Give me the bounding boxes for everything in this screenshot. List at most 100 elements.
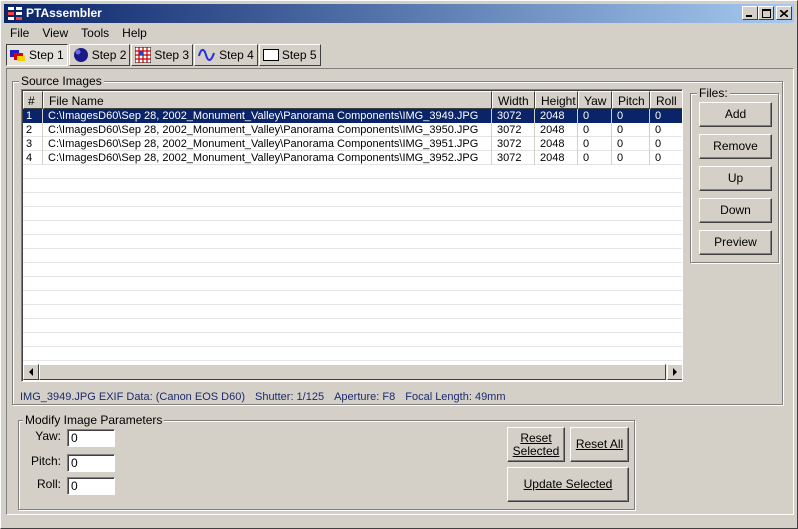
grid-line: [23, 262, 682, 263]
reset-selected-button[interactable]: Reset Selected: [507, 427, 565, 462]
horizontal-scrollbar[interactable]: [23, 364, 682, 380]
step5-icon: [262, 49, 279, 61]
step-1-label: Step 1: [29, 48, 64, 62]
exif-shutter: Shutter: 1/125: [254, 391, 325, 403]
exif-file-info: IMG_3949.JPG EXIF Data: (Canon EOS D60): [20, 391, 245, 403]
table-cell-height: 2048: [535, 123, 578, 137]
maximize-icon: [761, 8, 771, 18]
title-bar[interactable]: PTAssembler: [4, 4, 794, 23]
down-button[interactable]: Down: [699, 198, 772, 223]
grid-line: [23, 220, 682, 221]
step-4-button[interactable]: Step 4: [194, 44, 258, 66]
table-cell-width: 3072: [492, 109, 535, 123]
reset-all-button[interactable]: Reset All: [570, 427, 629, 462]
table-cell-yaw: 0: [578, 123, 612, 137]
table-row[interactable]: 2 C:\ImagesD60\Sep 28, 2002_Monument_Vall…: [23, 123, 682, 137]
grid-line: [23, 304, 682, 305]
scroll-right-button[interactable]: [667, 364, 682, 380]
table-cell-height: 2048: [535, 151, 578, 165]
step-4-label: Step 4: [219, 48, 254, 62]
up-button[interactable]: Up: [699, 166, 772, 191]
grid-line: [23, 290, 682, 291]
step1-icon: [10, 50, 25, 61]
table-cell-yaw: 0: [578, 151, 612, 165]
reset-all-label: Reset All: [575, 437, 624, 451]
menu-view[interactable]: View: [36, 24, 75, 43]
source-images-list[interactable]: # File Name Width Height Yaw Pitch Roll …: [21, 89, 683, 382]
update-selected-button[interactable]: Update Selected: [507, 467, 629, 502]
reset-selected-label-1: Reset: [520, 430, 552, 445]
column-header-pitch[interactable]: Pitch: [612, 91, 650, 109]
table-row[interactable]: 4 C:\ImagesD60\Sep 28, 2002_Monument_Vall…: [23, 151, 682, 165]
yaw-input[interactable]: [67, 429, 115, 447]
exif-info: IMG_3949.JPG EXIF Data: (Canon EOS D60) …: [20, 391, 506, 403]
add-button[interactable]: Add: [699, 102, 772, 127]
table-row[interactable]: 1 C:\ImagesD60\Sep 28, 2002_Monument_Vall…: [23, 109, 682, 123]
grid-line: [23, 248, 682, 249]
step-2-button[interactable]: Step 2: [68, 44, 131, 66]
scroll-left-button[interactable]: [23, 364, 39, 380]
step-3-label: Step 3: [154, 48, 190, 62]
scrollbar-thumb[interactable]: [39, 364, 666, 380]
table-cell-num: 1: [23, 109, 43, 123]
roll-input[interactable]: [67, 477, 115, 495]
reset-selected-label-2: Selected: [512, 443, 560, 458]
status-bar: [4, 515, 794, 527]
menu-help[interactable]: Help: [116, 24, 154, 43]
table-cell-roll: 0: [650, 151, 682, 165]
table-cell-roll: 0: [650, 123, 682, 137]
table-cell-num: 3: [23, 137, 43, 151]
remove-button[interactable]: Remove: [699, 134, 772, 159]
table-cell-pitch: 0: [612, 137, 650, 151]
menu-tools[interactable]: Tools: [75, 24, 116, 43]
step-3-button[interactable]: Step 3: [131, 44, 194, 66]
minimize-icon: [746, 14, 752, 17]
minimize-button[interactable]: [742, 6, 758, 20]
step-1-button[interactable]: Step 1: [6, 44, 68, 66]
step-5-label: Step 5: [281, 48, 317, 62]
exif-aperture: Aperture: F8: [334, 391, 396, 403]
arrow-right-icon: [673, 368, 677, 376]
grid-line: [23, 346, 682, 347]
table-cell-roll: 0: [650, 137, 682, 151]
table-cell-yaw: 0: [578, 137, 612, 151]
column-header-roll[interactable]: Roll: [650, 91, 682, 109]
app-window: PTAssembler File View Tools Help Step 1: [0, 0, 798, 529]
maximize-button[interactable]: [758, 6, 774, 20]
table-cell-file: C:\ImagesD60\Sep 28, 2002_Monument_Valle…: [43, 123, 492, 137]
table-cell-file: C:\ImagesD60\Sep 28, 2002_Monument_Valle…: [43, 109, 492, 123]
menu-file[interactable]: File: [4, 24, 36, 43]
column-header-width[interactable]: Width: [492, 91, 535, 109]
update-selected-label: Update Selected: [523, 477, 613, 491]
table-row[interactable]: 3 C:\ImagesD60\Sep 28, 2002_Monument_Vall…: [23, 137, 682, 151]
grid-line: [23, 234, 682, 235]
step-2-label: Step 2: [91, 48, 127, 62]
column-header-file-name[interactable]: File Name: [43, 91, 492, 109]
table-cell-file: C:\ImagesD60\Sep 28, 2002_Monument_Valle…: [43, 151, 492, 165]
step-toolbar: Step 1 Step 2 Step 3 Step 4 Step 5: [4, 44, 794, 68]
table-cell-pitch: 0: [612, 123, 650, 137]
source-images-legend: Source Images: [19, 74, 104, 88]
list-body: 1 C:\ImagesD60\Sep 28, 2002_Monument_Vall…: [23, 109, 682, 365]
table-cell-width: 3072: [492, 151, 535, 165]
pitch-input[interactable]: [67, 454, 115, 472]
arrow-left-icon: [29, 368, 33, 376]
table-cell-num: 2: [23, 123, 43, 137]
preview-button[interactable]: Preview: [699, 230, 772, 255]
window-title: PTAssembler: [26, 6, 102, 20]
table-cell-width: 3072: [492, 123, 535, 137]
table-cell-pitch: 0: [612, 109, 650, 123]
table-cell-height: 2048: [535, 137, 578, 151]
grid-line: [23, 332, 682, 333]
step-5-button[interactable]: Step 5: [258, 44, 321, 66]
yaw-label: Yaw:: [35, 429, 61, 443]
pitch-label: Pitch:: [30, 454, 61, 468]
column-header-yaw[interactable]: Yaw: [578, 91, 612, 109]
close-button[interactable]: [776, 6, 792, 20]
column-header-num[interactable]: #: [23, 91, 43, 109]
table-cell-roll: 0: [650, 109, 682, 123]
column-header-height[interactable]: Height: [535, 91, 578, 109]
table-cell-height: 2048: [535, 109, 578, 123]
close-icon: [780, 9, 788, 17]
files-legend: Files:: [697, 86, 730, 100]
